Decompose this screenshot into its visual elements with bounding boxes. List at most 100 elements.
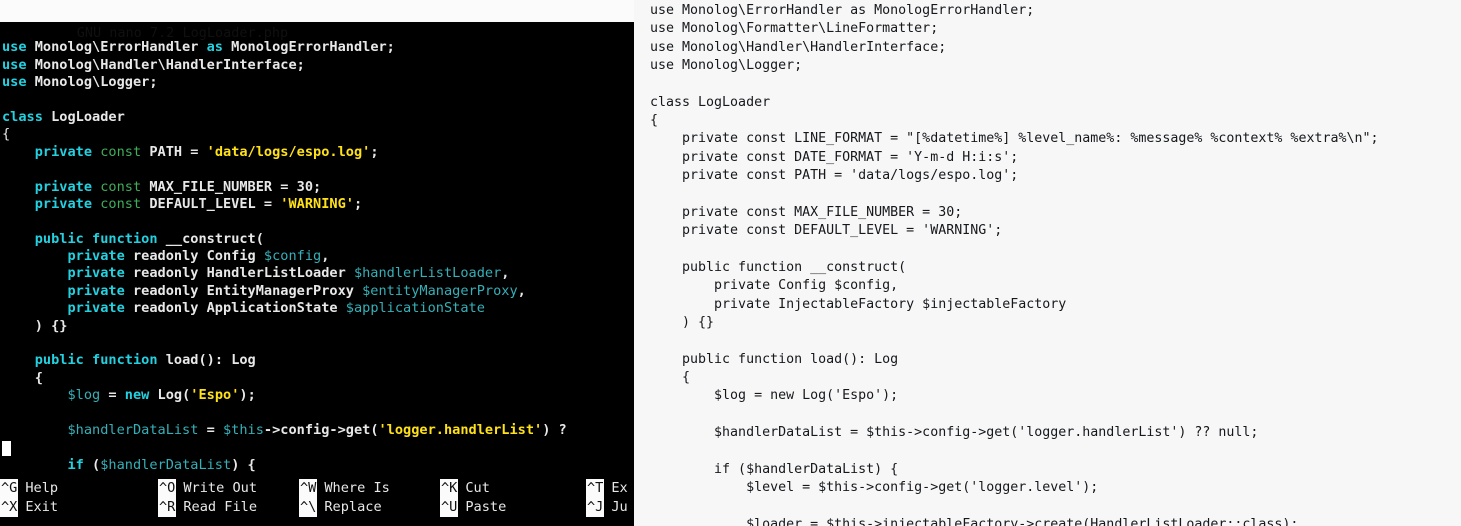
code-token: use (2, 56, 27, 73)
code-token: $entityManagerProxy (362, 282, 518, 299)
reference-code-line: ) {} (650, 314, 715, 330)
shortcut-key: ^U (440, 498, 459, 517)
nano-code-line (0, 213, 634, 230)
code-reference-pane[interactable]: use Monolog\ErrorHandler as MonologError… (637, 0, 1461, 526)
code-token: ; (370, 143, 379, 160)
shortcut-key: ^W (299, 479, 318, 498)
text-cursor (2, 440, 11, 456)
nano-shortcut-write-out[interactable]: ^O Write Out (158, 479, 257, 498)
code-token: $handlerDataList (100, 456, 232, 473)
code-token: $config (263, 248, 322, 265)
code-token: , (517, 282, 526, 299)
nano-code-line: use Monolog\Logger; (0, 74, 634, 91)
nano-shortcut-replace[interactable]: ^\ Replace (299, 498, 382, 517)
nano-code-line: ) {} (0, 318, 634, 335)
shortcut-key: ^\ (299, 498, 318, 517)
nano-code-line: if ($handlerDataList) { (0, 457, 634, 474)
reference-code-line: $loader = $this->injectableFactory->crea… (650, 516, 1299, 526)
code-token: readonly EntityManagerProxy (124, 282, 363, 299)
code-token: __construct( (157, 230, 264, 247)
nano-code-line (0, 161, 634, 178)
code-token: $applicationState (345, 300, 485, 317)
reference-code-line: use Monolog\Handler\HandlerInterface; (650, 39, 947, 55)
code-token: PATH = (141, 143, 207, 160)
nano-code-line: use Monolog\ErrorHandler as MonologError… (0, 39, 634, 56)
nano-code-line: private const DEFAULT_LEVEL = 'WARNING'; (0, 196, 634, 213)
nano-editor-body[interactable]: use Monolog\ErrorHandler as MonologError… (0, 22, 634, 477)
code-token: MonologErrorHandler; (223, 39, 395, 56)
nano-terminal[interactable]: GNU nano 7.2 LogLoader.php use Monolog\E… (0, 0, 634, 526)
code-token: load(): Log (157, 352, 256, 369)
nano-code-line (0, 335, 634, 352)
reference-code-line: private const DEFAULT_LEVEL = 'WARNING'; (650, 223, 1003, 239)
code-token: function (92, 230, 158, 247)
nano-code-line: private const MAX_FILE_NUMBER = 30; (0, 179, 634, 196)
nano-code-line: use Monolog\Handler\HandlerInterface; (0, 57, 634, 74)
code-token: Monolog\Handler\HandlerInterface; (26, 56, 305, 73)
reference-code-line: use Monolog\ErrorHandler as MonologError… (650, 3, 1035, 18)
code-token: ; (353, 195, 363, 212)
nano-code-line: { (0, 370, 634, 387)
nano-shortcut-help[interactable]: ^G Help (0, 479, 58, 498)
code-token: readonly Config (124, 248, 264, 265)
shortcut-key: ^K (440, 479, 459, 498)
nano-shortcut-where-is[interactable]: ^W Where Is (299, 479, 390, 498)
shortcut-key: ^J (586, 498, 605, 517)
code-token: private (67, 300, 125, 317)
reference-code-line: class LogLoader (650, 94, 771, 110)
shortcut-key: ^R (158, 498, 177, 517)
screenshot-root: GNU nano 7.2 LogLoader.php use Monolog\E… (0, 0, 1461, 526)
shortcut-label: Cut (465, 480, 490, 496)
code-token: private (34, 195, 93, 212)
code-token: Monolog\Logger; (26, 74, 158, 91)
nano-code-line: private readonly ApplicationState $appli… (0, 300, 634, 317)
shortcut-label: Help (25, 480, 59, 496)
nano-shortcut-paste[interactable]: ^U Paste (440, 498, 506, 517)
reference-code-line: public function __construct( (650, 259, 907, 275)
nano-code-line: private readonly EntityManagerProxy $ent… (0, 283, 634, 300)
code-token: const (100, 195, 142, 212)
code-token: readonly ApplicationState (124, 300, 346, 317)
code-token: private (67, 265, 125, 282)
code-token: private (67, 248, 125, 265)
nano-code-line (0, 405, 634, 422)
nano-shortcut-ju[interactable]: ^J Ju (586, 498, 628, 517)
code-token: class (2, 108, 43, 125)
nano-code-line: private const PATH = 'data/logs/espo.log… (0, 144, 634, 161)
code-token: private (67, 282, 125, 299)
shortcut-label: Read File (183, 499, 258, 515)
nano-code-line: public function __construct( (0, 231, 634, 248)
code-token: public (34, 230, 84, 247)
code-token: , (501, 265, 510, 282)
code-token: LogLoader (42, 108, 125, 125)
nano-code-line: class LogLoader (0, 109, 634, 126)
code-token: $handlerListLoader (353, 265, 502, 282)
code-token: readonly HandlerListLoader (124, 265, 354, 282)
nano-code-line: private readonly Config $config, (0, 248, 634, 265)
reference-code-line (650, 497, 1461, 515)
reference-code-line: $level = $this->config->get('logger.leve… (650, 479, 1099, 495)
nano-code-line: $handlerDataList = $this->config->get('l… (0, 422, 634, 439)
code-token: ->config->get( (263, 421, 379, 438)
shortcut-label: Ex (611, 480, 628, 496)
nano-code-line (0, 92, 634, 109)
reference-code-line: private const MAX_FILE_NUMBER = 30; (650, 204, 963, 220)
nano-shortcut-read-file[interactable]: ^R Read File (158, 498, 257, 517)
code-token: if (67, 456, 84, 473)
reference-code-line: use Monolog\Formatter\LineFormatter; (650, 21, 939, 37)
nano-shortcut-exit[interactable]: ^X Exit (0, 498, 58, 517)
code-token: as (206, 39, 223, 56)
nano-shortcut-cut[interactable]: ^K Cut (440, 479, 490, 498)
shortcut-key: ^O (158, 479, 177, 498)
nano-shortcut-ex[interactable]: ^T Ex (586, 479, 628, 498)
nano-shortcut-row-2: ^X Exit ^R Read File ^\ Replace ^U Paste ^J Ju (0, 498, 634, 517)
reference-code-line (650, 240, 1461, 258)
